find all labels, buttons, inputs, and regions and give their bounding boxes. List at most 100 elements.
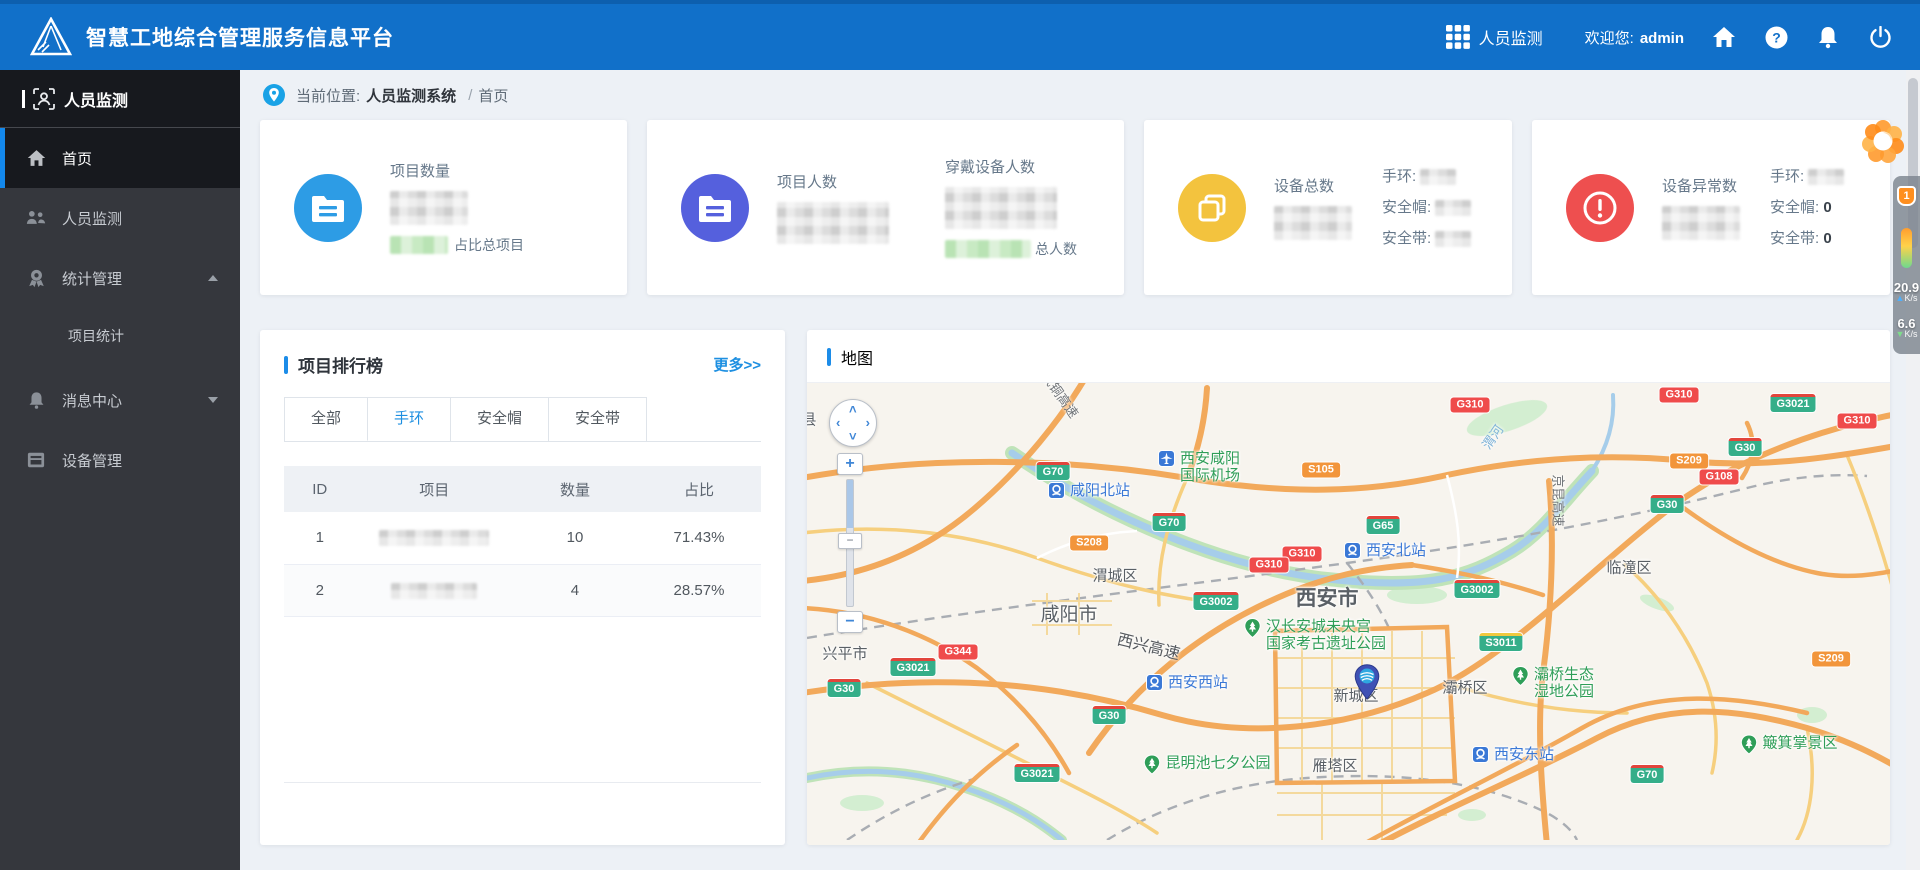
pan-right-icon[interactable]: › <box>866 415 870 430</box>
power-icon <box>1869 25 1891 48</box>
censored-value <box>1435 231 1472 248</box>
tab-safety-belt[interactable]: 安全带 <box>548 397 648 441</box>
map-road-badge: G3002 <box>1454 580 1500 598</box>
censored-value <box>390 191 468 225</box>
app-switcher[interactable]: 人员监测 <box>1445 24 1543 50</box>
map-road-badge: G310 <box>1837 413 1877 429</box>
table-row[interactable]: 1 10 71.43% <box>284 512 761 565</box>
map-poi-airport[interactable]: 西安咸阳 国际机场 <box>1157 450 1240 484</box>
sidebar-item-statistics[interactable]: 统计管理 <box>0 248 240 308</box>
map-city-label: 西安市 <box>1295 587 1359 610</box>
censored-percent-badge <box>390 236 448 254</box>
stat-label: 穿戴设备人数 <box>945 159 1036 176</box>
more-link[interactable]: 更多>> <box>713 354 761 375</box>
panel-title-bar <box>827 348 831 366</box>
table-row[interactable]: 2 4 28.57% <box>284 564 761 617</box>
zoom-slider-thumb[interactable]: − <box>838 533 862 549</box>
stat-label: 设备总数 <box>1274 178 1335 195</box>
upload-speed: 20.9 ▲K/s <box>1893 280 1920 303</box>
pan-down-icon[interactable]: ˅ <box>849 429 857 444</box>
map-road-badge: S208 <box>1070 535 1108 551</box>
cell-project <box>355 564 513 617</box>
pan-left-icon[interactable]: ‹ <box>836 415 840 430</box>
censored-project-name <box>379 530 490 547</box>
col-id: ID <box>284 466 356 512</box>
map-poi-park[interactable]: 灞桥生态 湿地公园 <box>1512 665 1594 700</box>
map-city-label: 渭城区 <box>1092 567 1138 585</box>
map-poi-station[interactable]: 咸阳北站 <box>1047 482 1130 504</box>
tab-all[interactable]: 全部 <box>284 397 369 441</box>
map-city-label: 县 <box>807 411 817 429</box>
notification-button[interactable] <box>1816 25 1840 49</box>
tab-helmet[interactable]: 安全帽 <box>450 397 550 441</box>
sidebar-subitem-label: 项目统计 <box>68 328 124 344</box>
sidebar-title: 人员监测 <box>64 92 129 110</box>
location-pin-icon <box>263 84 285 106</box>
censored-value <box>1435 200 1472 217</box>
map-poi-station[interactable]: 西安北站 <box>1343 542 1426 564</box>
map-road-badge: G344 <box>938 644 978 660</box>
page-title: 智慧工地综合管理服务信息平台 <box>86 27 394 50</box>
censored-project-name <box>391 582 478 599</box>
censored-value <box>1420 169 1457 186</box>
sidebar-item-device-management[interactable]: 设备管理 <box>0 430 240 490</box>
device-icon <box>26 450 46 470</box>
cell-percentage: 71.43% <box>636 512 761 565</box>
help-button[interactable]: ? <box>1764 25 1788 49</box>
map-road-badge: G3021 <box>890 658 936 676</box>
zoom-out-button[interactable]: − <box>837 611 863 633</box>
col-quantity: 数量 <box>512 466 637 512</box>
breadcrumb: 当前位置: 人员监测系统 / 首页 <box>240 70 1906 120</box>
map-title: 地图 <box>841 351 874 368</box>
map-road-badge: G30 <box>1092 706 1126 724</box>
cell-project <box>355 512 513 565</box>
zoom-in-button[interactable]: + <box>837 453 863 475</box>
sidebar-item-label: 首页 <box>62 150 93 168</box>
sidebar-item-personnel[interactable]: 人员监测 <box>0 188 240 248</box>
sidebar-item-label: 人员监测 <box>62 210 123 228</box>
sidebar-item-message-center[interactable]: 消息中心 <box>0 370 240 430</box>
map-poi-park[interactable]: 汉长安城未央宫 国家考古遗址公园 <box>1244 617 1386 652</box>
park-icon <box>1740 734 1758 760</box>
users-icon <box>26 208 46 228</box>
shield-icon[interactable]: 1 <box>1897 186 1916 206</box>
col-project: 项目 <box>355 466 513 512</box>
censored-value <box>1662 206 1740 240</box>
park-icon <box>1244 617 1261 643</box>
device-row-label: 安全带: <box>1770 230 1820 247</box>
stat-badge-suffix: 占比总项目 <box>454 237 524 253</box>
speed-panel[interactable]: 1 20.9 ▲K/s 6.6 ▼K/s <box>1893 176 1920 354</box>
sidebar-item-project-stats[interactable]: 项目统计 <box>0 308 240 364</box>
map-location-pin[interactable] <box>1354 664 1380 705</box>
map-road-badge: G65 <box>1366 516 1400 534</box>
pan-up-icon[interactable]: ˄ <box>849 402 857 417</box>
map-city-label: 雁塔区 <box>1312 757 1358 775</box>
map-panel: 地图 咸阳市 西安市 渭城区 兴平市 临潼区 灞桥区 新城区 雁塔区 县 咸铜高… <box>807 330 1890 845</box>
breadcrumb-system[interactable]: 人员监测系统 <box>366 85 456 106</box>
map-city-label: 灞桥区 <box>1442 679 1488 697</box>
bell-icon <box>26 390 46 410</box>
map-poi-station[interactable]: 西安东站 <box>1471 746 1554 768</box>
map-road-badge: G30 <box>1650 495 1684 513</box>
ranking-title: 项目排行榜 <box>298 357 383 376</box>
censored-value <box>1274 206 1352 240</box>
map-road-badge: S105 <box>1302 462 1340 478</box>
map-canvas[interactable]: 咸阳市 西安市 渭城区 兴平市 临潼区 灞桥区 新城区 雁塔区县咸铜高速 西兴高速 京昆高速 渭河 G… <box>807 383 1890 845</box>
device-row-label: 安全帽: <box>1382 199 1432 216</box>
sidebar-item-label: 设备管理 <box>62 452 123 470</box>
speed-ball-widget[interactable] <box>1860 118 1906 164</box>
breadcrumb-prefix: 当前位置: <box>296 87 361 105</box>
home-button[interactable] <box>1712 25 1736 49</box>
alert-icon <box>1566 173 1634 242</box>
map-poi-park[interactable]: 簸箕掌景区 <box>1740 734 1838 760</box>
censored-value <box>945 187 1057 229</box>
map-pan-control[interactable]: ˄ ˅ ‹ › <box>829 399 877 447</box>
sidebar-item-home[interactable]: 首页 <box>0 128 240 188</box>
map-poi-park[interactable]: 昆明池七夕公园 <box>1143 754 1271 780</box>
map-poi-station[interactable]: 西安西站 <box>1145 674 1228 696</box>
project-ranking-panel: 项目排行榜 更多>> 全部 手环 安全帽 安全带 ID 项目 数量 占比 1 1… <box>260 330 785 845</box>
stat-badge-suffix: 总人数 <box>1035 241 1077 257</box>
tab-wristband[interactable]: 手环 <box>367 397 452 441</box>
logout-button[interactable] <box>1868 25 1892 49</box>
chevron-down-icon <box>208 397 218 403</box>
